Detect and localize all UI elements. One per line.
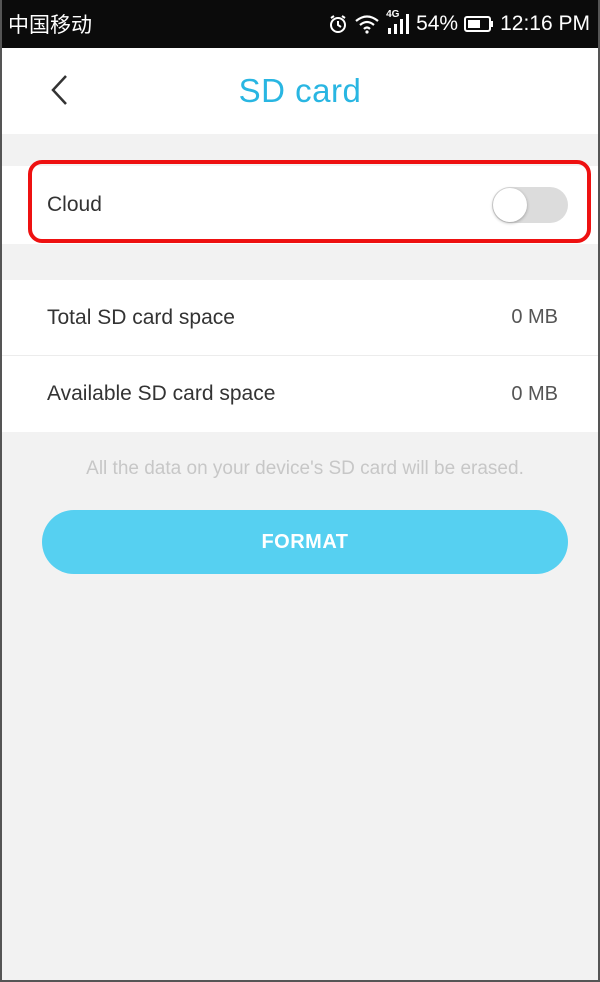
status-right: 4G 54% 12:16 PM bbox=[328, 9, 590, 36]
storage-info-section: Total SD card space 0 MB Available SD ca… bbox=[2, 280, 598, 432]
alarm-icon bbox=[328, 14, 348, 34]
available-space-row: Available SD card space 0 MB bbox=[2, 356, 598, 432]
wifi-icon bbox=[354, 14, 380, 34]
cloud-toggle[interactable] bbox=[492, 187, 568, 223]
available-space-value: 0 MB bbox=[511, 382, 558, 405]
cloud-section: Cloud bbox=[2, 166, 598, 244]
signal-icon: 4G bbox=[386, 9, 410, 35]
status-bar: 中国移动 4G 54% 12:16 PM bbox=[2, 0, 598, 48]
chevron-left-icon bbox=[49, 73, 69, 112]
total-space-value: 0 MB bbox=[511, 306, 558, 328]
format-button[interactable]: FORMAT bbox=[42, 510, 568, 574]
battery-percent: 54% bbox=[416, 12, 459, 35]
battery-icon bbox=[464, 15, 494, 33]
page-title: SD card bbox=[238, 72, 362, 109]
clock: 12:16 PM bbox=[500, 12, 590, 35]
back-button[interactable] bbox=[44, 72, 74, 112]
toggle-knob bbox=[493, 188, 527, 222]
network-type-label: 4G bbox=[386, 9, 400, 20]
app-header: SD card bbox=[2, 48, 598, 134]
total-space-label: Total SD card space bbox=[47, 305, 235, 329]
cloud-setting-row: Cloud bbox=[2, 166, 598, 244]
status-left: 中国移动 bbox=[8, 9, 92, 39]
available-space-label: Available SD card space bbox=[47, 382, 276, 405]
total-space-row: Total SD card space 0 MB bbox=[2, 280, 598, 356]
carrier-name: 中国移动 bbox=[8, 14, 92, 37]
erase-warning-text: All the data on your device's SD card wi… bbox=[86, 458, 524, 479]
cloud-label: Cloud bbox=[47, 193, 102, 216]
app-screen: 中国移动 4G 54% 12:16 PM SD card Cloud Total… bbox=[0, 0, 600, 982]
